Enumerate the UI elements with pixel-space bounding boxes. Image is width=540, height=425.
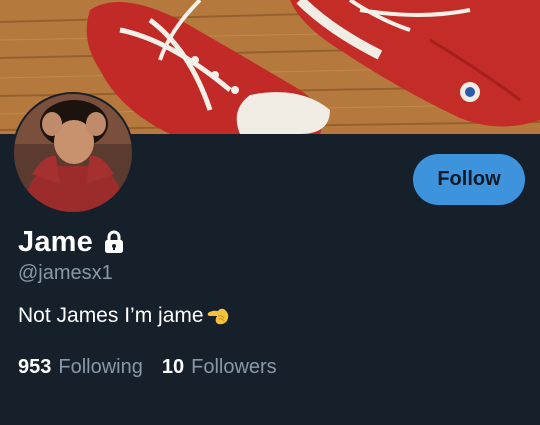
display-name-row: Jame [18, 222, 125, 262]
pointing-left-emoji [206, 305, 230, 327]
avatar[interactable] [12, 92, 134, 214]
bio: Not James I’m jame [18, 304, 230, 328]
followers-count: 10 [161, 356, 185, 378]
followers-label: Followers [191, 356, 277, 378]
followers-stat[interactable]: 10 Followers [162, 356, 277, 379]
following-stat[interactable]: 953 Following [18, 356, 143, 379]
lock-icon [103, 230, 125, 254]
following-count: 953 [18, 356, 52, 378]
handle: @jamesx1 [18, 262, 113, 284]
following-label: Following [58, 356, 143, 378]
display-name: Jame [18, 225, 93, 258]
follow-button[interactable]: Follow [413, 154, 525, 205]
avatar-photo [14, 94, 132, 212]
bio-text: Not James I’m jame [18, 304, 204, 327]
profile-stats: 953 Following 10 Followers [18, 356, 277, 379]
